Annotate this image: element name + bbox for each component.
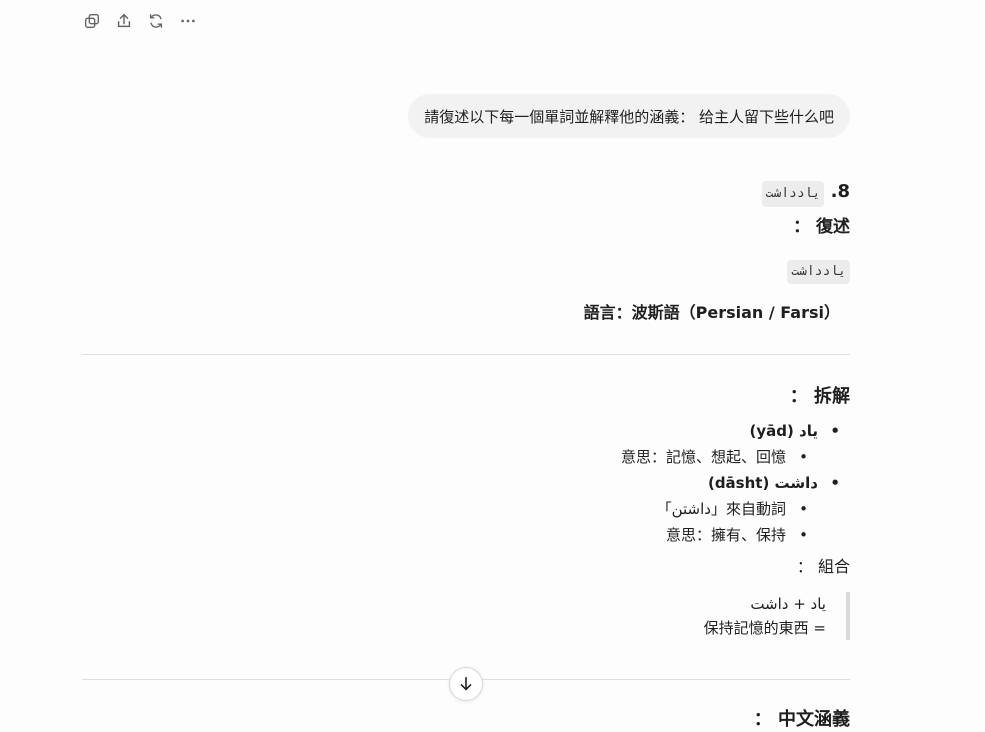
arrow-down-icon — [460, 676, 472, 691]
list-item: یاد (yād) — [82, 418, 850, 444]
scroll-down-button[interactable] — [449, 667, 483, 701]
list-item: 意思：記憶、想起、回憶 — [82, 444, 850, 470]
divider — [82, 354, 850, 355]
section-word-code: یادداشت — [761, 181, 825, 207]
section-number: 8. — [830, 181, 850, 202]
restate-label: 復述 ： — [793, 217, 850, 237]
list-item: 來自動詞「داشتن」 — [82, 496, 850, 522]
user-message-bubble: 請復述以下每一個單詞並解釋他的涵義： 给主人留下些什么吧 — [408, 94, 850, 138]
user-message-text: 請復述以下每一個單詞並解釋他的涵義： 给主人留下些什么吧 — [424, 107, 834, 126]
combination-line-2: = 保持記憶的東西 — [703, 619, 826, 637]
language-text: 語言：波斯語（Persian / Farsi） — [583, 303, 840, 322]
list-item: 意思：擁有、保持 — [82, 522, 850, 548]
section-8-heading: 8. یادداشت — [82, 180, 850, 207]
chat-content: 請復述以下每一個單詞並解釋他的涵義： 给主人留下些什么吧 8. یادداشت … — [82, 0, 850, 730]
language-line: 語言：波斯語（Persian / Farsi） — [72, 301, 840, 325]
breakdown-list: یاد (yād) 意思：記憶、想起、回憶 داشت (dāsht) 來自動詞「… — [82, 418, 850, 548]
list-item: داشت (dāsht) — [82, 470, 850, 496]
combination-label: 組合 ： — [796, 557, 850, 576]
restate-code-line: یادداشت — [82, 259, 850, 284]
breakdown-heading: 拆解 ： — [789, 386, 850, 407]
combination-quote: یاد + داشت = 保持記憶的東西 — [82, 592, 850, 640]
restate-code: یادداشت — [787, 260, 850, 284]
chinese-meaning-heading: 中文涵義 ： — [753, 709, 850, 730]
combination-line-1: یاد + داشت — [750, 595, 826, 613]
